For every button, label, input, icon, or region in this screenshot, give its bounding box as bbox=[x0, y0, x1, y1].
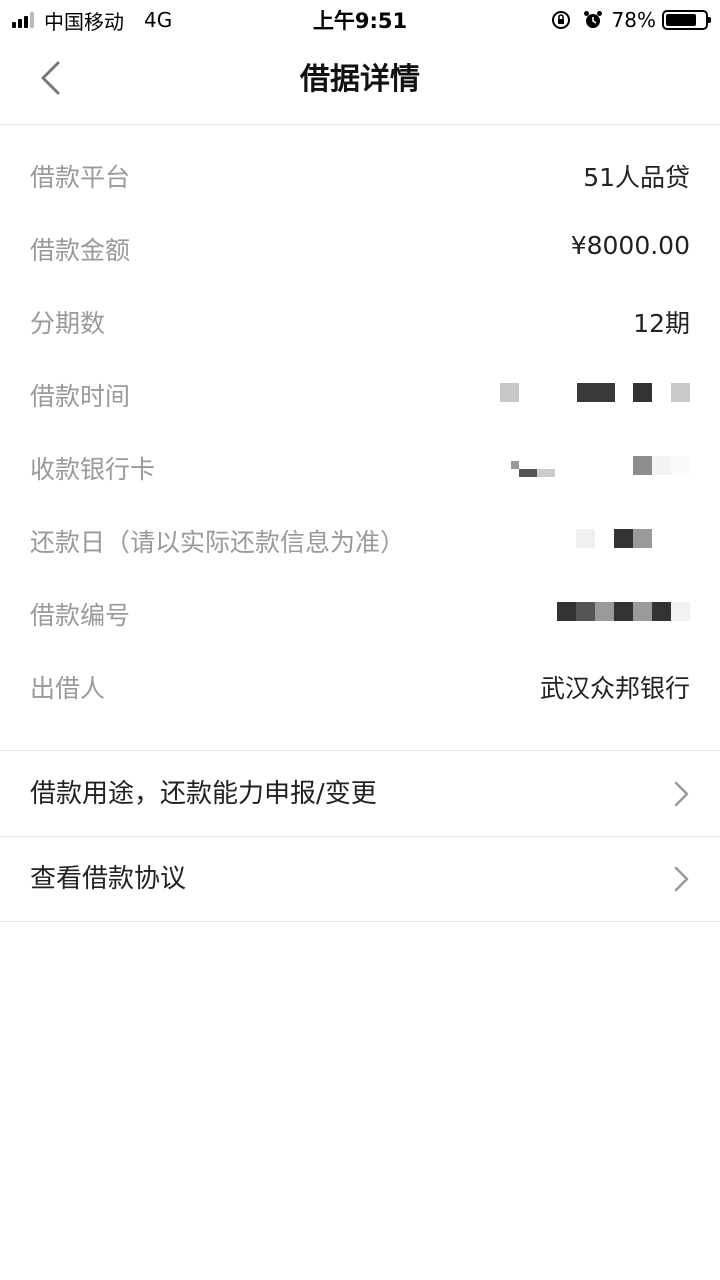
loan-detail-list: 借款平台 51人品贷 借款金额 ¥8000.00 分期数 12期 借款时间 收款… bbox=[0, 140, 720, 724]
detail-row-repay-day: 还款日（请以实际还款信息为准） bbox=[0, 505, 720, 578]
detail-row-amount: 借款金额 ¥8000.00 bbox=[0, 213, 720, 286]
battery-icon bbox=[662, 10, 711, 30]
status-bar: 中国移动 4G 上午9:51 78% bbox=[0, 0, 720, 40]
detail-label: 借款金额 bbox=[30, 236, 131, 265]
detail-value: ¥8000.00 bbox=[570, 231, 690, 260]
detail-label: 出借人 bbox=[30, 674, 106, 703]
detail-label: 借款平台 bbox=[30, 163, 131, 192]
nav-bar: 借据详情 bbox=[0, 40, 720, 125]
link-label: 借款用途，还款能力申报/变更 bbox=[30, 779, 377, 809]
page-title: 借据详情 bbox=[300, 62, 420, 97]
view-loan-agreement-link[interactable]: 查看借款协议 bbox=[0, 837, 720, 922]
detail-row-loan-number: 借款编号 bbox=[0, 578, 720, 651]
chevron-right-icon bbox=[674, 866, 689, 892]
detail-row-platform: 借款平台 51人品贷 bbox=[0, 140, 720, 213]
loan-purpose-declaration-link[interactable]: 借款用途，还款能力申报/变更 bbox=[0, 752, 720, 837]
detail-value: 12期 bbox=[633, 309, 690, 338]
detail-label: 分期数 bbox=[30, 309, 106, 338]
detail-row-loan-time: 借款时间 bbox=[0, 359, 720, 432]
redacted-value bbox=[511, 454, 690, 477]
section-divider bbox=[0, 750, 720, 751]
detail-row-lender: 出借人 武汉众邦银行 bbox=[0, 651, 720, 724]
detail-row-bank-card: 收款银行卡 bbox=[0, 432, 720, 505]
detail-label: 还款日（请以实际还款信息为准） bbox=[30, 528, 406, 557]
redacted-value bbox=[500, 381, 690, 403]
detail-row-installments: 分期数 12期 bbox=[0, 286, 720, 359]
status-time: 上午9:51 bbox=[312, 9, 408, 33]
link-label: 查看借款协议 bbox=[30, 864, 187, 894]
detail-value: 51人品贷 bbox=[583, 163, 690, 192]
chevron-left-icon bbox=[41, 61, 60, 95]
redacted-value bbox=[576, 527, 690, 549]
chevron-right-icon bbox=[674, 781, 689, 807]
battery-fill bbox=[666, 14, 696, 26]
detail-label: 借款编号 bbox=[30, 601, 131, 630]
detail-label: 借款时间 bbox=[30, 382, 131, 411]
redacted-value bbox=[557, 600, 690, 622]
back-button[interactable] bbox=[28, 56, 72, 100]
detail-value: 武汉众邦银行 bbox=[539, 674, 690, 703]
detail-label: 收款银行卡 bbox=[30, 455, 156, 484]
